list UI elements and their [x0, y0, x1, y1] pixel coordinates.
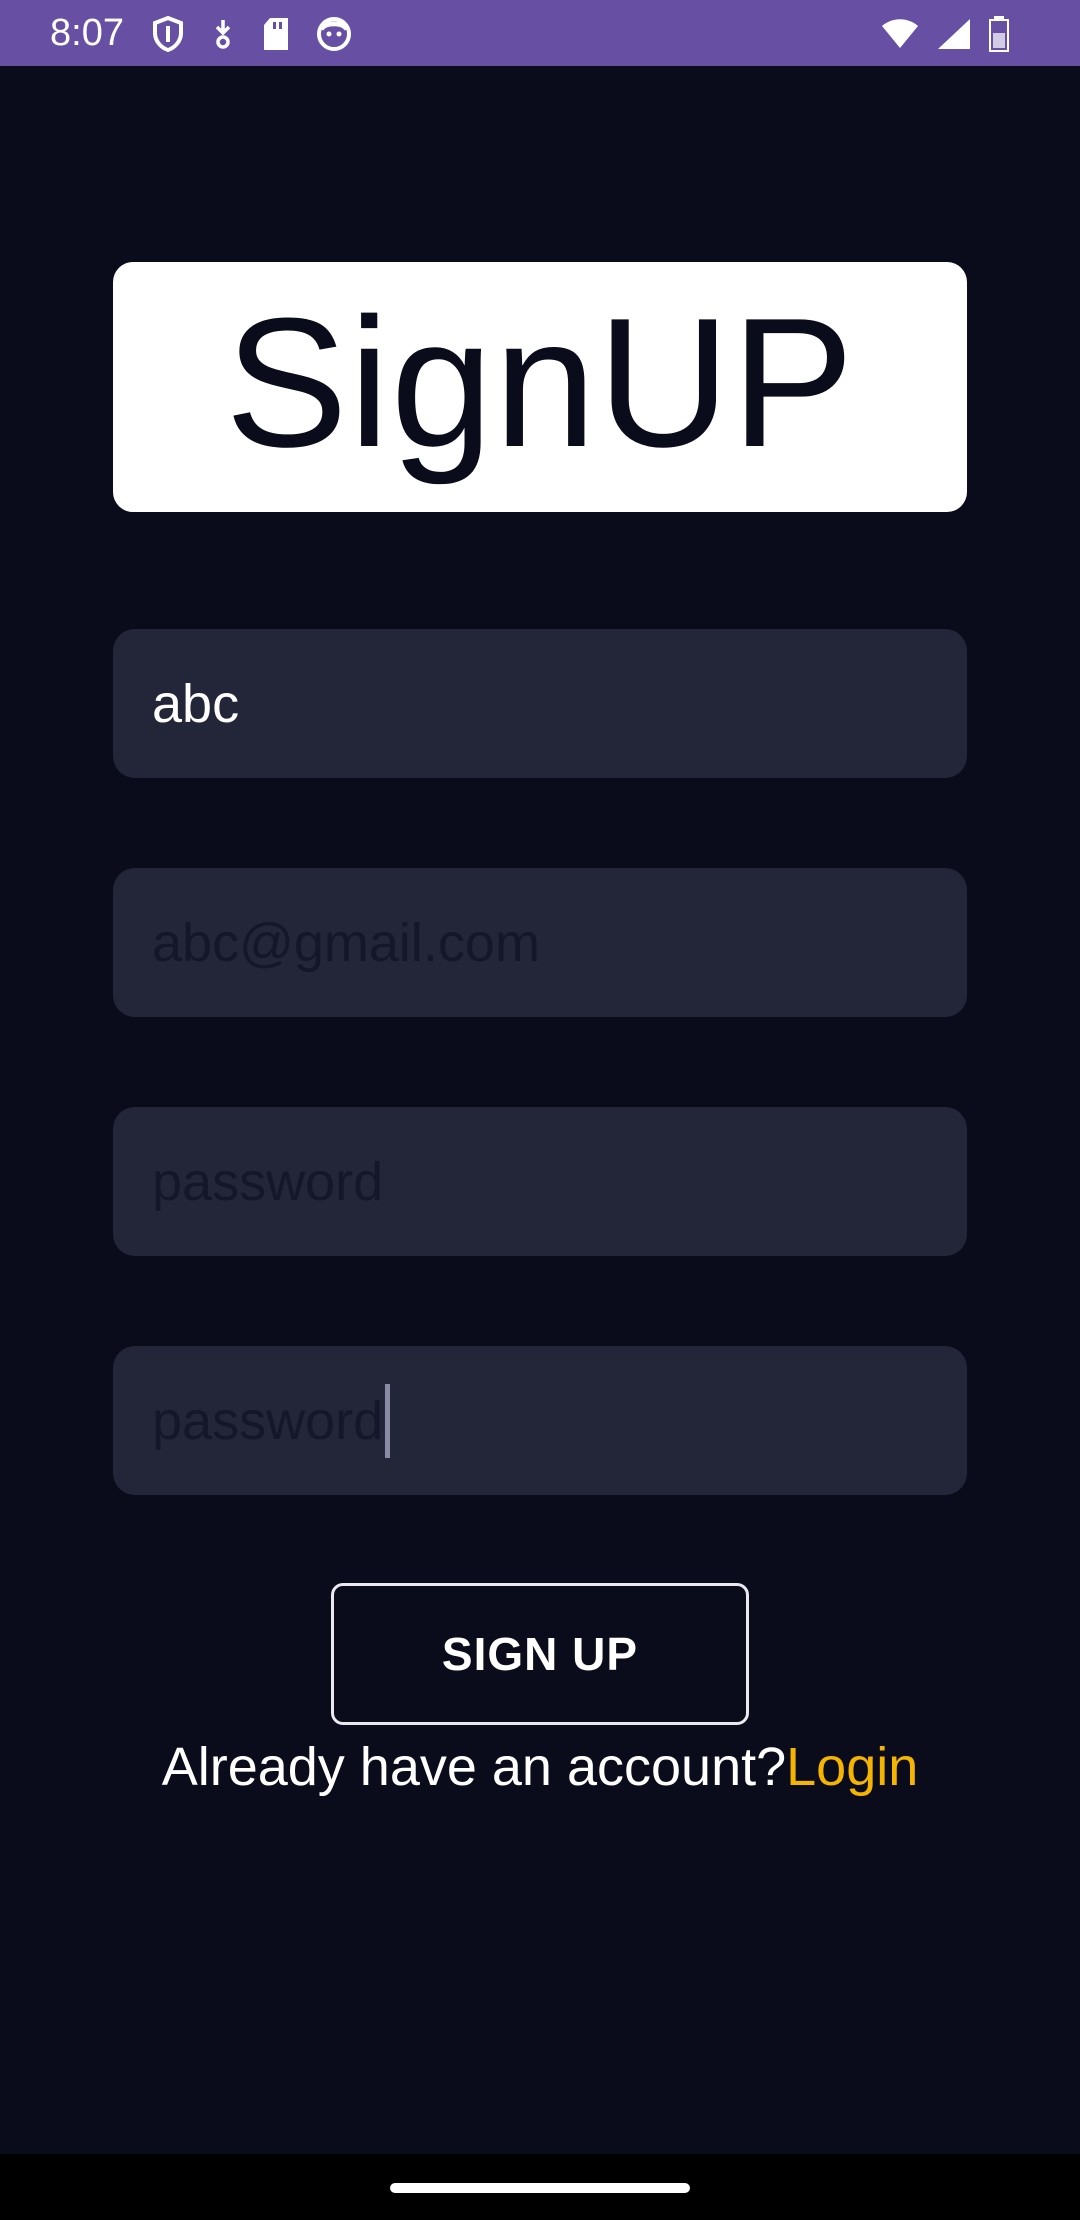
shield-icon — [152, 16, 184, 52]
login-prompt-text: Already have an account? — [161, 1737, 787, 1797]
login-prompt: Already have an account?Login — [0, 1732, 1080, 1802]
status-bar: 8:07 — [0, 0, 1080, 66]
home-gesture-handle[interactable] — [390, 2183, 690, 2193]
system-icons — [880, 14, 1010, 54]
confirm-password-field[interactable]: password — [113, 1346, 967, 1495]
battery-icon — [988, 16, 1010, 52]
name-field-value: abc — [152, 673, 240, 734]
sd-card-icon — [262, 17, 290, 51]
status-time: 8:07 — [50, 12, 124, 54]
name-field[interactable]: abc — [113, 629, 967, 778]
confirm-password-field-placeholder: password — [152, 1390, 384, 1451]
title-card: SignUP — [113, 262, 967, 512]
signal-icon — [936, 17, 972, 51]
notification-icons — [152, 14, 352, 54]
navigation-bar — [0, 2154, 1080, 2220]
face-icon — [316, 16, 352, 52]
sign-up-button-label: SIGN UP — [441, 1628, 639, 1680]
sign-up-button[interactable]: SIGN UP — [331, 1583, 749, 1725]
wifi-icon — [880, 18, 920, 50]
password-field-placeholder: password — [152, 1151, 384, 1212]
text-cursor — [385, 1383, 391, 1458]
email-field-placeholder: abc@gmail.com — [152, 912, 540, 973]
page-title: SignUP — [225, 279, 855, 485]
email-field[interactable]: abc@gmail.com — [113, 868, 967, 1017]
login-link[interactable]: Login — [786, 1737, 918, 1797]
password-field[interactable]: password — [113, 1107, 967, 1256]
download-icon — [210, 18, 236, 50]
